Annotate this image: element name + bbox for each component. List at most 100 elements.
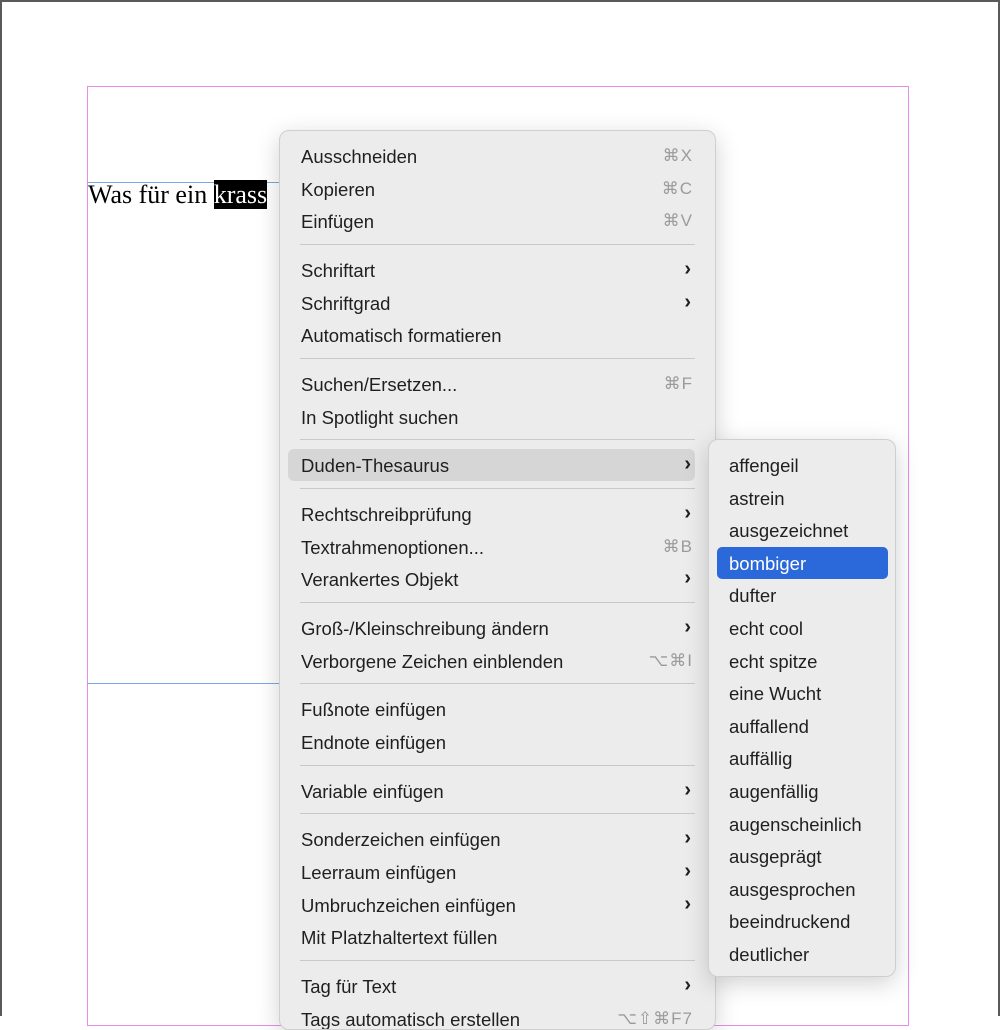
chevron-right-icon: › xyxy=(684,453,691,475)
menu-item-tag-für-text[interactable]: Tag für Text › xyxy=(288,970,695,1002)
thesaurus-item-label: ausgezeichnet xyxy=(729,520,849,542)
menu-item-label: Variable einfügen xyxy=(301,781,444,802)
menu-item-label: Tags automatisch erstellen xyxy=(301,1009,521,1030)
thesaurus-item-bombiger[interactable]: bombiger xyxy=(717,546,888,579)
selected-word[interactable]: krass xyxy=(213,180,268,209)
menu-item-rechtschreibprüfung[interactable]: Rechtschreibprüfung › xyxy=(288,498,695,530)
thesaurus-item-label: eine Wucht xyxy=(729,683,822,705)
menu-item-shortcut: ⌘B xyxy=(662,537,693,556)
thesaurus-item-label: ausgesprochen xyxy=(729,878,856,900)
menu-item-label: Verankertes Objekt xyxy=(301,569,459,590)
menu-item-label: Endnote einfügen xyxy=(301,732,447,753)
chevron-right-icon: › xyxy=(684,779,691,801)
chevron-right-icon: › xyxy=(684,827,691,849)
chevron-right-icon: › xyxy=(684,893,691,915)
menu-item-shortcut: ⌘V xyxy=(662,211,693,230)
thesaurus-item-label: echt spitze xyxy=(729,650,818,672)
thesaurus-item-ausgezeichnet[interactable]: ausgezeichnet xyxy=(717,514,888,546)
menu-item-label: Umbruchzeichen einfügen xyxy=(301,895,516,916)
menu-item-leerraum-einfügen[interactable]: Leerraum einfügen › xyxy=(288,856,695,888)
thesaurus-item-augenfällig[interactable]: augenfällig xyxy=(717,775,888,807)
menu-item-schriftart[interactable]: Schriftart › xyxy=(288,254,695,286)
menu-item-shortcut: ⌥⇧⌘F7 xyxy=(617,1009,693,1028)
menu-item-label: Ausschneiden xyxy=(301,146,418,167)
thesaurus-item-astrein[interactable]: astrein xyxy=(717,482,888,514)
menu-item-label: Rechtschreibprüfung xyxy=(301,504,472,525)
menu-item-label: Sonderzeichen einfügen xyxy=(301,829,501,850)
menu-item-label: Leerraum einfügen xyxy=(301,862,457,883)
thesaurus-item-ausgeprägt[interactable]: ausgeprägt xyxy=(717,840,888,872)
menu-item-label: Einfügen xyxy=(301,211,375,232)
menu-item-variable-einfügen[interactable]: Variable einfügen › xyxy=(288,775,695,807)
thesaurus-item-label: ausgeprägt xyxy=(729,846,822,868)
menu-item-groß-kleinschreibung-ändern[interactable]: Groß-/Kleinschreibung ändern › xyxy=(288,612,695,644)
thesaurus-item-label: echt cool xyxy=(729,618,804,639)
document-text[interactable]: Was für ein krass xyxy=(88,179,268,211)
menu-item-einfügen[interactable]: Einfügen ⌘V xyxy=(288,205,695,237)
thesaurus-item-label: astrein xyxy=(729,487,785,509)
chevron-right-icon: › xyxy=(684,258,691,280)
menu-item-verankertes-objekt[interactable]: Verankertes Objekt › xyxy=(288,563,695,595)
thesaurus-item-beeindruckend[interactable]: beeindruckend xyxy=(717,905,888,937)
thesaurus-item-echt-cool[interactable]: echt cool xyxy=(717,612,888,644)
menu-item-label: Duden-Thesaurus xyxy=(301,455,450,476)
menu-item-label: Schriftgrad xyxy=(301,293,391,314)
menu-item-label: Groß-/Kleinschreibung ändern xyxy=(301,618,549,639)
menu-item-textrahmenoptionen[interactable]: Textrahmenoptionen... ⌘B xyxy=(288,531,695,563)
context-menu: Ausschneiden ⌘X Kopieren ⌘C Einfügen ⌘V Schrif… xyxy=(279,130,716,1030)
thesaurus-item-label: auffallend xyxy=(729,715,809,737)
menu-item-suchen-ersetzen[interactable]: Suchen/Ersetzen... ⌘F xyxy=(288,368,695,400)
thesaurus-item-label: augenscheinlich xyxy=(729,813,862,835)
menu-item-automatisch-formatieren[interactable]: Automatisch formatieren xyxy=(288,319,695,351)
thesaurus-item-auffallend[interactable]: auffallend xyxy=(717,710,888,742)
menu-item-kopieren[interactable]: Kopieren ⌘C xyxy=(288,173,695,205)
menu-separator xyxy=(300,244,695,245)
thesaurus-item-label: auffällig xyxy=(729,748,793,770)
menu-item-label: Schriftart xyxy=(301,260,376,281)
menu-item-label: Tag für Text xyxy=(301,976,397,997)
menu-item-shortcut: ⌥⌘I xyxy=(648,651,693,670)
menu-item-shortcut: ⌘X xyxy=(662,146,693,165)
thesaurus-item-dufter[interactable]: dufter xyxy=(717,579,888,611)
chevron-right-icon: › xyxy=(684,567,691,589)
menu-item-label: Textrahmenoptionen... xyxy=(301,537,485,558)
thesaurus-item-eine-wucht[interactable]: eine Wucht xyxy=(717,677,888,709)
thesaurus-item-augenscheinlich[interactable]: augenscheinlich xyxy=(717,808,888,840)
menu-item-sonderzeichen-einfügen[interactable]: Sonderzeichen einfügen › xyxy=(288,823,695,855)
menu-item-mit-platzhaltertext-füllen[interactable]: Mit Platzhaltertext füllen xyxy=(288,921,695,953)
menu-item-ausschneiden[interactable]: Ausschneiden ⌘X xyxy=(288,140,695,172)
menu-item-fußnote-einfügen[interactable]: Fußnote einfügen xyxy=(288,693,695,725)
menu-item-shortcut: ⌘C xyxy=(661,179,693,198)
menu-item-verborgene-zeichen-einblenden[interactable]: Verborgene Zeichen einblenden ⌥⌘I xyxy=(288,645,695,677)
menu-item-schriftgrad[interactable]: Schriftgrad › xyxy=(288,287,695,319)
thesaurus-item-label: dufter xyxy=(729,585,777,607)
document-text-plain: Was für ein xyxy=(88,180,214,209)
chevron-right-icon: › xyxy=(684,291,691,313)
thesaurus-item-affengeil[interactable]: affengeil xyxy=(717,449,888,481)
menu-separator xyxy=(300,602,695,603)
menu-separator xyxy=(300,439,695,440)
menu-item-tags-automatisch-erstellen[interactable]: Tags automatisch erstellen ⌥⇧⌘F7 xyxy=(288,1003,695,1030)
thesaurus-item-label: affengeil xyxy=(729,455,799,476)
menu-item-label: Verborgene Zeichen einblenden xyxy=(301,651,564,672)
thesaurus-submenu: affengeil astrein ausgezeichnet bombiger duf… xyxy=(708,439,896,977)
chevron-right-icon: › xyxy=(684,974,691,996)
menu-item-duden-thesaurus[interactable]: Duden-Thesaurus › xyxy=(288,449,695,481)
menu-separator xyxy=(300,488,695,489)
menu-item-label: Kopieren xyxy=(301,179,376,200)
thesaurus-item-ausgesprochen[interactable]: ausgesprochen xyxy=(717,873,888,905)
menu-item-label: In Spotlight suchen xyxy=(301,407,459,428)
menu-item-label: Mit Platzhaltertext füllen xyxy=(301,927,498,948)
thesaurus-item-echt-spitze[interactable]: echt spitze xyxy=(717,645,888,677)
menu-separator xyxy=(300,813,695,814)
thesaurus-item-label: bombiger xyxy=(729,552,807,574)
menu-item-label: Automatisch formatieren xyxy=(301,325,502,346)
menu-separator xyxy=(300,960,695,961)
menu-item-endnote-einfügen[interactable]: Endnote einfügen xyxy=(288,726,695,758)
thesaurus-item-deutlicher[interactable]: deutlicher xyxy=(717,938,888,970)
thesaurus-item-auffällig[interactable]: auffällig xyxy=(717,742,888,774)
chevron-right-icon: › xyxy=(684,616,691,638)
thesaurus-item-label: beeindruckend xyxy=(729,911,851,933)
menu-item-umbruchzeichen-einfügen[interactable]: Umbruchzeichen einfügen › xyxy=(288,889,695,921)
menu-item-in-spotlight-suchen[interactable]: In Spotlight suchen xyxy=(288,401,695,433)
